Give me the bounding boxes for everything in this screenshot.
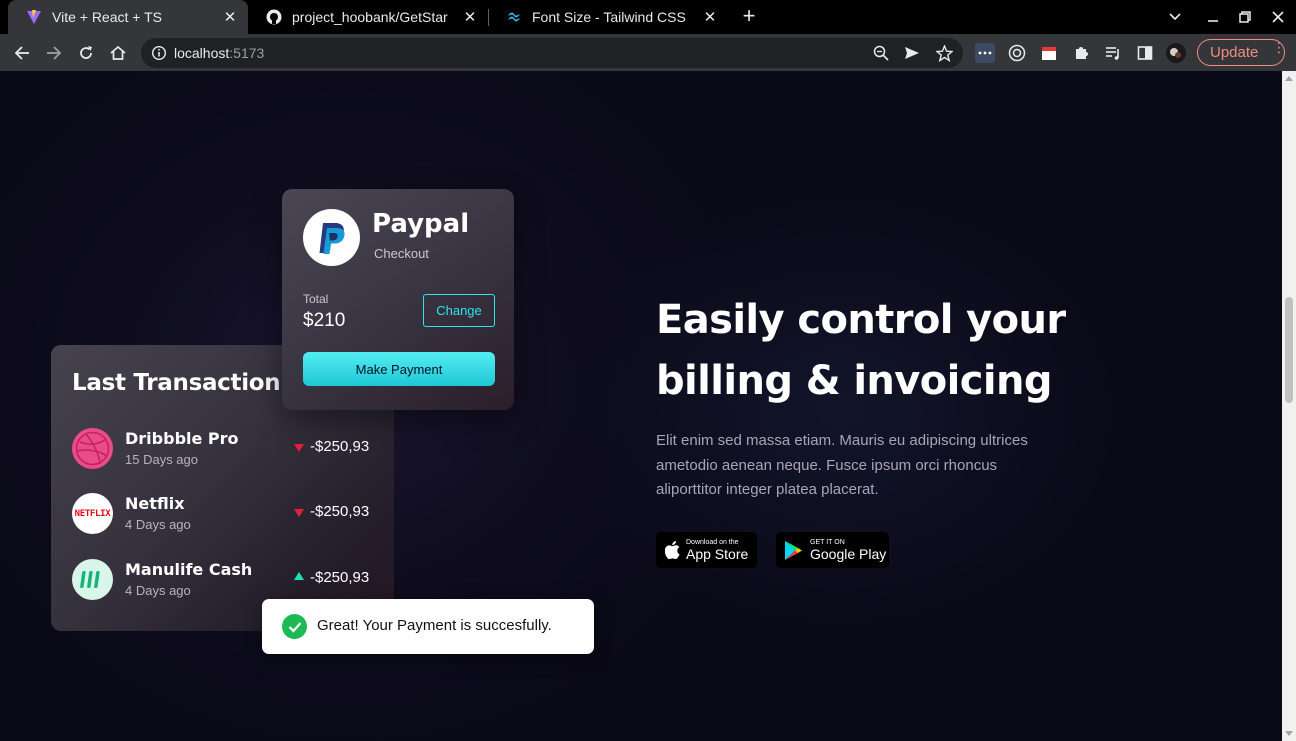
transaction-date: 4 Days ago	[125, 583, 191, 598]
headline-line-2: billing & invoicing	[656, 358, 1053, 404]
hero-paragraph: Elit enim sed massa etiam. Mauris eu adi…	[656, 432, 1028, 498]
bookmark-star-icon[interactable]	[935, 44, 953, 62]
transaction-date: 4 Days ago	[125, 517, 191, 532]
restore-icon[interactable]	[1229, 0, 1261, 34]
browser-toolbar: localhost:5173 Update ⋮	[0, 34, 1296, 71]
transaction-row[interactable]: Manulife Cash 4 Days ago -$250,93	[72, 559, 382, 601]
reload-icon[interactable]	[73, 40, 99, 66]
page-title: Easily control your billing & invoicing	[656, 290, 1096, 412]
arrow-up-icon	[294, 572, 304, 580]
transaction-row[interactable]: NETFLIX Netflix 4 Days ago -$250,93	[72, 493, 382, 535]
back-icon[interactable]	[9, 40, 35, 66]
arrow-down-icon	[294, 444, 304, 452]
calendar-extension-icon[interactable]	[1039, 43, 1059, 63]
tab-tailwind[interactable]: Font Size - Tailwind CSS ✕	[488, 0, 728, 34]
send-icon[interactable]	[903, 44, 921, 62]
side-panel-icon[interactable]	[1135, 43, 1155, 63]
vite-icon	[26, 9, 42, 25]
google-play-big: Google Play	[810, 545, 887, 562]
transaction-row[interactable]: Dribbble Pro 15 Days ago -$250,93	[72, 428, 382, 470]
transaction-amount: -$250,93	[310, 438, 370, 455]
transaction-date: 15 Days ago	[125, 452, 198, 467]
google-play-text: GET IT ON Google Play	[810, 539, 886, 562]
address-bar[interactable]: localhost:5173	[141, 38, 963, 68]
zoom-icon[interactable]	[872, 44, 890, 62]
github-icon	[266, 9, 282, 25]
update-button[interactable]: Update ⋮	[1197, 39, 1286, 66]
close-tab-icon[interactable]: ✕	[462, 8, 478, 26]
transaction-name: Netflix	[125, 494, 185, 513]
apple-icon	[665, 541, 680, 559]
change-button[interactable]: Change	[423, 294, 495, 327]
total-value: $210	[303, 310, 346, 331]
scrollbar-thumb[interactable]	[1285, 297, 1293, 403]
forward-icon[interactable]	[41, 40, 67, 66]
new-tab-icon[interactable]: +	[738, 5, 760, 27]
close-window-icon[interactable]	[1262, 0, 1294, 34]
url-text: localhost:5173	[174, 45, 264, 61]
more-menu-icon[interactable]: ⋮	[1272, 40, 1286, 54]
tailwind-icon	[506, 9, 522, 25]
page-scrollbar[interactable]	[1282, 71, 1296, 741]
page-content: Last Transaction Dribbble Pro 15 Days ag…	[0, 71, 1282, 741]
avatar[interactable]	[1166, 43, 1186, 63]
success-toast: Great! Your Payment is succesfully.	[262, 599, 594, 654]
paypal-subtitle: Checkout	[374, 246, 429, 261]
transaction-amount: -$250,93	[310, 569, 370, 586]
close-tab-icon[interactable]: ✕	[222, 8, 238, 26]
scroll-up-icon[interactable]	[1285, 76, 1293, 81]
minimize-icon[interactable]	[1197, 0, 1229, 34]
url-host: localhost	[174, 45, 230, 61]
check-circle-icon	[282, 614, 307, 639]
transaction-amount: -$250,93	[310, 503, 370, 520]
update-label: Update	[1210, 44, 1259, 61]
app-store-text: Download on the App Store	[686, 539, 748, 562]
tab-vite[interactable]: Vite + React + TS ✕	[8, 0, 248, 34]
tab-title: project_hoobank/GetStar	[292, 9, 448, 25]
google-play-icon	[785, 540, 802, 560]
tab-strip: Vite + React + TS ✕ project_hoobank/GetS…	[0, 0, 1296, 34]
transaction-name: Dribbble Pro	[125, 429, 239, 448]
paypal-logo-icon	[303, 209, 360, 266]
scroll-down-icon[interactable]	[1285, 731, 1293, 736]
headline-line-1: Easily control your	[656, 297, 1066, 343]
home-icon[interactable]	[105, 40, 131, 66]
google-play-button[interactable]: GET IT ON Google Play	[776, 532, 889, 568]
app-store-big: App Store	[686, 545, 749, 562]
netflix-logo-text: NETFLIX	[74, 508, 111, 519]
transaction-name: Manulife Cash	[125, 560, 253, 579]
tab-title: Font Size - Tailwind CSS	[532, 9, 686, 25]
reading-list-icon[interactable]	[1103, 43, 1123, 63]
paypal-title: Paypal	[372, 209, 470, 239]
total-label: Total	[303, 292, 329, 306]
site-info-icon[interactable]	[151, 45, 167, 61]
target-extension-icon[interactable]	[1007, 43, 1027, 63]
paypal-checkout-card: Paypal Checkout Total $210 Change Make P…	[282, 189, 514, 410]
make-payment-button[interactable]: Make Payment	[303, 352, 495, 386]
tab-title: Vite + React + TS	[52, 9, 162, 25]
url-port: :5173	[229, 45, 265, 61]
manulife-logo-icon	[72, 559, 113, 600]
netflix-logo-icon: NETFLIX	[72, 493, 113, 534]
arrow-down-icon	[294, 509, 304, 517]
tab-search-icon[interactable]	[1159, 0, 1191, 34]
extensions-puzzle-icon[interactable]	[1071, 43, 1091, 63]
close-tab-icon[interactable]: ✕	[702, 8, 718, 26]
toast-message: Great! Your Payment is succesfully.	[317, 617, 552, 634]
dribbble-logo-icon	[72, 428, 113, 469]
app-store-button[interactable]: Download on the App Store	[656, 532, 757, 568]
tab-github[interactable]: project_hoobank/GetStar ✕	[248, 0, 488, 34]
extension-menu-icon[interactable]	[975, 43, 995, 63]
card-heading: Last Transaction	[72, 370, 281, 396]
